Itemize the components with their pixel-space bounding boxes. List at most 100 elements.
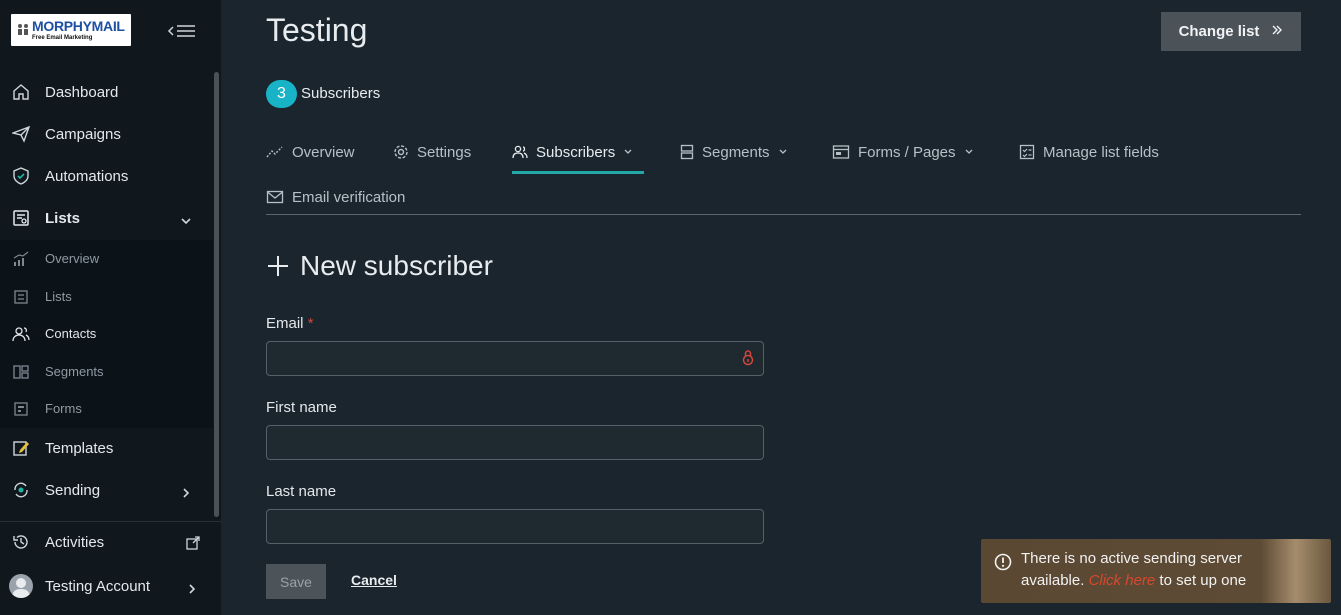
submenu-item-label: Lists <box>45 289 72 304</box>
chart-icon <box>12 250 30 268</box>
tab-label: Segments <box>702 143 770 161</box>
sidebar-scrollbar[interactable] <box>214 72 219 517</box>
chevron-down-icon <box>779 149 787 154</box>
subscriber-count-label: Subscribers <box>301 85 381 102</box>
tab-forms-pages[interactable]: Forms / Pages <box>832 137 974 167</box>
avatar[interactable] <box>9 574 33 598</box>
submenu-item-lists[interactable]: Lists <box>0 278 213 315</box>
logo-people-icon <box>18 24 28 35</box>
plus-icon <box>268 256 288 276</box>
toast-message-prefix: available. <box>1021 572 1085 589</box>
double-chevron-right-icon <box>1271 23 1283 40</box>
change-list-button[interactable]: Change list <box>1161 12 1301 51</box>
page-title: Testing <box>266 12 368 48</box>
first-name-field[interactable] <box>266 425 764 460</box>
submenu-item-label: Segments <box>45 364 104 379</box>
trend-icon <box>266 146 283 158</box>
checklist-icon <box>1019 144 1035 160</box>
sidebar-item-label: Testing Account <box>45 577 151 595</box>
toast-message-line2: available. Click here to set up one <box>1021 572 1246 589</box>
history-icon <box>12 533 30 551</box>
send-icon <box>12 125 30 143</box>
chevron-right-icon <box>180 484 192 498</box>
submenu-item-forms[interactable]: Forms <box>0 390 213 427</box>
list-icon <box>12 288 30 306</box>
list-icon <box>12 209 30 227</box>
tab-email-verification[interactable]: Email verification <box>266 182 405 212</box>
sidebar-item-campaigns[interactable]: Campaigns <box>0 114 213 154</box>
submenu-item-label: Contacts <box>45 326 97 341</box>
refresh-icon <box>12 481 30 499</box>
submenu-item-label: Forms <box>45 401 82 416</box>
tab-label: Email verification <box>292 188 406 206</box>
tab-label: Manage list fields <box>1043 143 1159 161</box>
submenu-item-label: Overview <box>45 251 100 266</box>
users-icon <box>512 145 528 159</box>
sidebar-item-label: Lists <box>45 209 81 227</box>
sidebar-item-label: Sending <box>45 481 101 499</box>
gear-icon <box>394 145 408 159</box>
save-button[interactable]: Save <box>266 564 326 599</box>
morphymail-logo[interactable]: MORPHYMAIL Free Email Marketing <box>11 14 131 46</box>
email-field[interactable] <box>266 341 764 376</box>
segments-icon <box>680 144 694 160</box>
sidebar-item-label: Activities <box>45 533 105 551</box>
browser-icon <box>832 145 850 159</box>
tab-segments[interactable]: Segments <box>680 137 788 167</box>
tab-label: Settings <box>417 143 472 161</box>
submenu-item-segments[interactable]: Segments <box>0 353 213 390</box>
home-icon <box>12 83 30 101</box>
users-icon <box>12 325 30 343</box>
sidebar-item-lists[interactable]: Lists <box>0 198 213 238</box>
toast-message-suffix: to set up one <box>1159 572 1247 589</box>
segments-icon <box>12 363 30 381</box>
chevron-down-icon <box>965 149 972 154</box>
logo-text: MORPHYMAIL <box>32 18 125 34</box>
edit-icon <box>12 439 30 457</box>
cancel-button[interactable]: Cancel <box>351 572 397 588</box>
shield-check-icon <box>12 167 30 185</box>
change-list-label: Change list <box>1178 23 1260 40</box>
first-name-label: First name <box>266 399 337 416</box>
form-icon <box>12 400 30 418</box>
password-manager-icon[interactable] <box>741 349 755 367</box>
email-label: Email * <box>266 315 314 332</box>
main-content: Testing Change list 3 Subscribers Overvi… <box>221 0 1341 615</box>
tab-settings[interactable]: Settings <box>393 137 471 167</box>
alert-circle-icon <box>994 553 1012 575</box>
sidebar-item-label: Automations <box>45 167 129 185</box>
logo-tagline: Free Email Marketing <box>32 35 93 41</box>
sidebar-item-automations[interactable]: Automations <box>0 156 213 196</box>
sidebar-item-activities[interactable]: Activities <box>0 522 213 562</box>
tabs-divider <box>266 214 1301 215</box>
sidebar: MORPHYMAIL Free Email Marketing Dashboar… <box>0 0 221 615</box>
sidebar-item-label: Templates <box>45 439 114 457</box>
tab-overview[interactable]: Overview <box>266 137 355 167</box>
toast-message-line1: There is no active sending server <box>1021 550 1242 567</box>
form-title: New subscriber <box>266 250 493 282</box>
submenu-item-overview[interactable]: Overview <box>0 240 213 277</box>
sending-server-toast: There is no active sending server availa… <box>981 539 1331 603</box>
collapse-sidebar-icon[interactable] <box>167 21 197 41</box>
form-title-text: New subscriber <box>300 250 493 281</box>
sidebar-item-sending[interactable]: Sending <box>0 470 213 510</box>
submenu-item-contacts[interactable]: Contacts <box>0 315 213 352</box>
mail-check-icon <box>266 190 284 204</box>
required-marker: * <box>307 315 314 332</box>
sidebar-item-label: Campaigns <box>45 125 121 143</box>
chevron-down-icon <box>180 212 192 225</box>
tab-label: Forms / Pages <box>858 143 956 161</box>
last-name-label: Last name <box>266 483 337 500</box>
tab-manage-list-fields[interactable]: Manage list fields <box>1019 137 1159 167</box>
tab-subscribers[interactable]: Subscribers <box>512 137 633 167</box>
tab-label: Subscribers <box>536 143 616 161</box>
active-tab-indicator <box>512 171 644 174</box>
subscriber-count-badge: 3 <box>266 80 297 108</box>
sidebar-item-label: Dashboard <box>45 83 119 101</box>
tab-label: Overview <box>292 143 355 161</box>
chevron-right-icon <box>186 580 198 594</box>
sidebar-item-dashboard[interactable]: Dashboard <box>0 72 213 112</box>
last-name-field[interactable] <box>266 509 764 544</box>
setup-sending-server-link[interactable]: Click here <box>1089 572 1156 589</box>
sidebar-item-templates[interactable]: Templates <box>0 428 213 468</box>
